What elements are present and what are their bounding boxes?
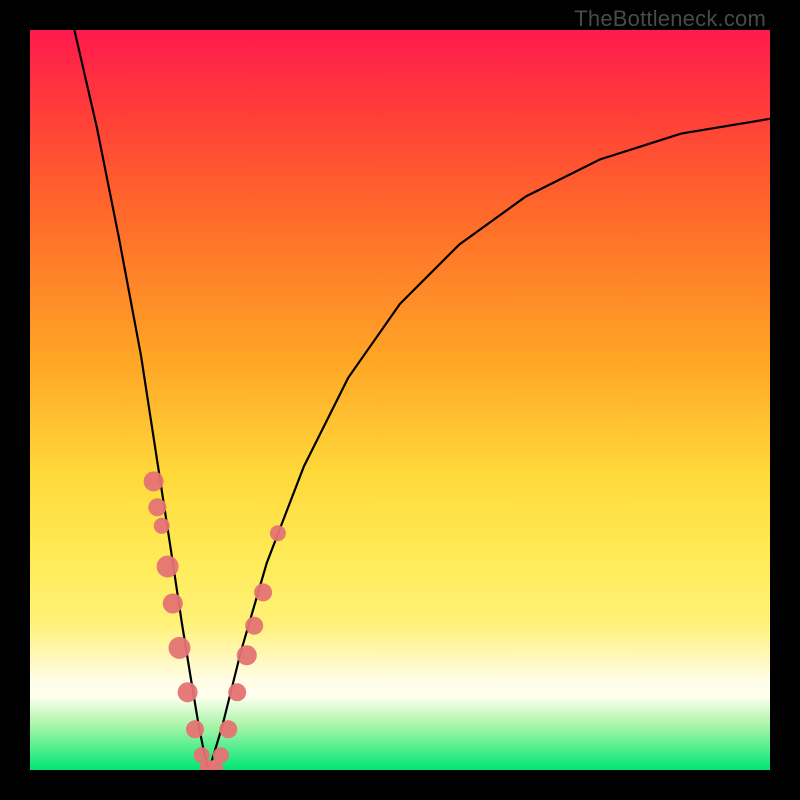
marker-bead bbox=[245, 617, 263, 635]
marker-bead bbox=[213, 747, 229, 763]
plot-area bbox=[30, 30, 770, 770]
marker-bead bbox=[144, 471, 164, 491]
marker-bead bbox=[154, 518, 170, 534]
watermark-text: TheBottleneck.com bbox=[574, 6, 766, 32]
marker-bead bbox=[186, 720, 204, 738]
marker-bead bbox=[270, 525, 286, 541]
marker-bead bbox=[219, 720, 237, 738]
marker-bead bbox=[237, 645, 257, 665]
chart-frame: TheBottleneck.com bbox=[0, 0, 800, 800]
marker-bead bbox=[163, 594, 183, 614]
marker-bead bbox=[157, 556, 179, 578]
marker-bead bbox=[169, 637, 191, 659]
curve-svg bbox=[30, 30, 770, 770]
marker-bead bbox=[178, 682, 198, 702]
marker-bead bbox=[228, 683, 246, 701]
curve-right-arm bbox=[209, 119, 770, 770]
marker-bead bbox=[148, 498, 166, 516]
marker-bead bbox=[254, 583, 272, 601]
curve-left-arm bbox=[74, 30, 209, 770]
